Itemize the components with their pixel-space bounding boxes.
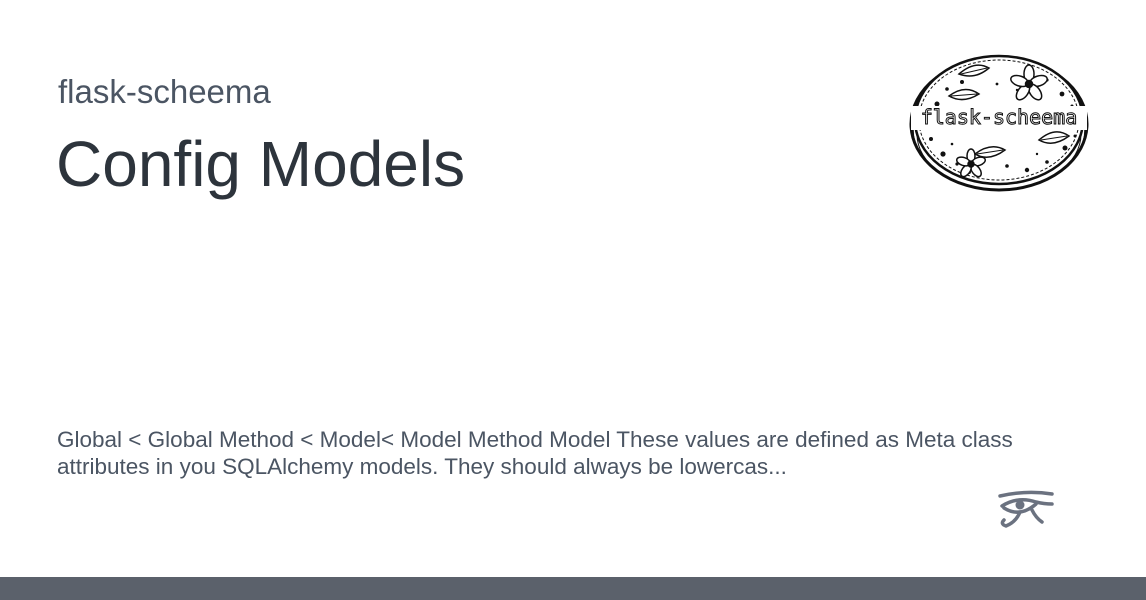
page-title: Config Models	[56, 128, 466, 200]
footer-bar	[0, 577, 1146, 600]
page-description: Global < Global Method < Model< Model Me…	[57, 427, 1013, 479]
flower-plate-logo: flask-scheema	[907, 44, 1091, 194]
logo-text: flask-scheema	[921, 105, 1078, 129]
eye-of-horus-icon	[996, 488, 1056, 532]
site-name: flask-scheema	[58, 73, 271, 110]
